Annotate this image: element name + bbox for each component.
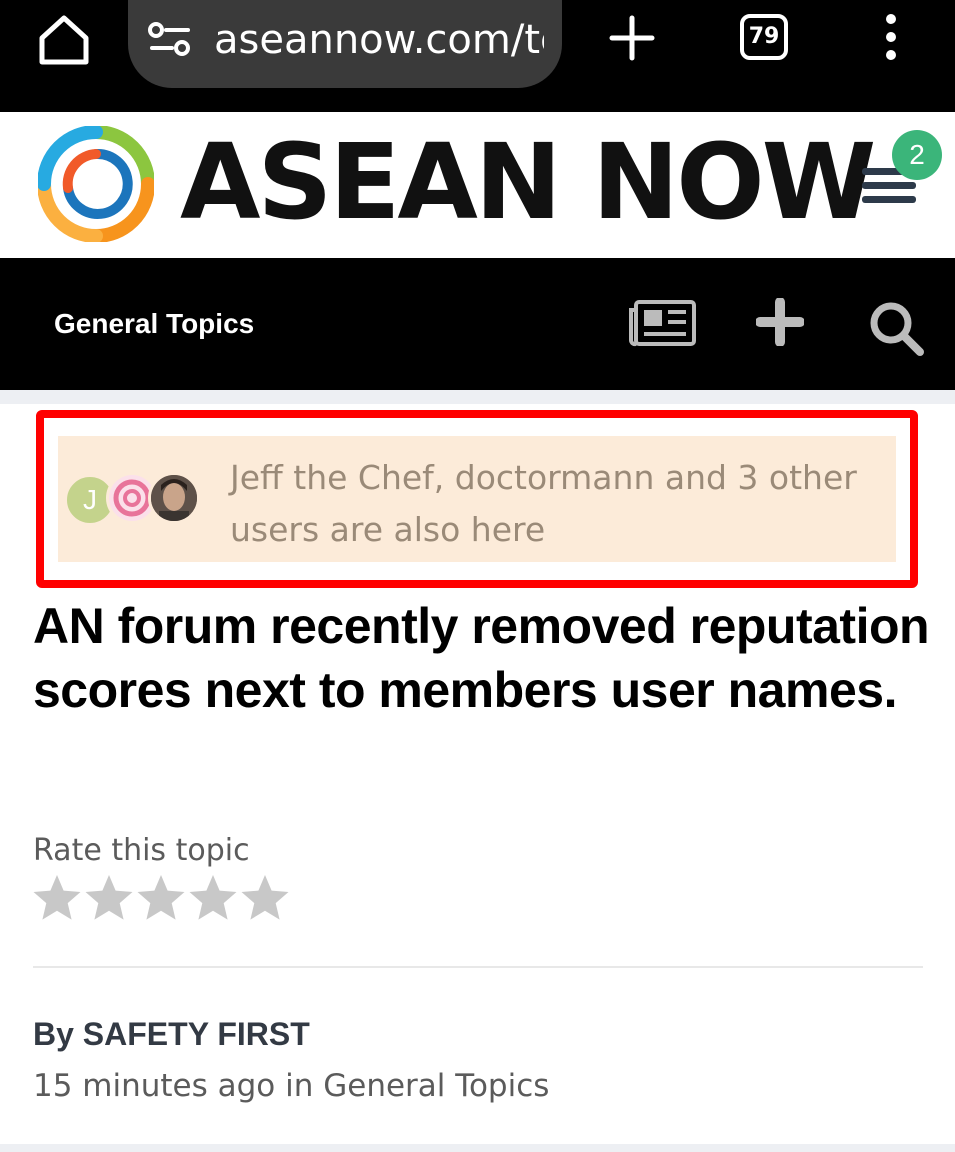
home-icon[interactable] xyxy=(36,12,92,68)
address-bar[interactable]: aseannow.com/tc xyxy=(128,0,562,88)
url-text: aseannow.com/tc xyxy=(214,17,544,63)
search-icon[interactable] xyxy=(866,298,926,358)
post-meta: 15 minutes ago in General Topics xyxy=(33,1068,550,1104)
star-icon[interactable] xyxy=(239,872,291,924)
topic-title: AN forum recently removed reputation sco… xyxy=(33,598,930,718)
browser-toolbar: aseannow.com/tc 79 xyxy=(0,0,955,112)
presence-text: Jeff the Chef, doctormann and 3 other us… xyxy=(230,458,857,549)
avatar[interactable] xyxy=(148,472,200,524)
news-icon[interactable] xyxy=(628,298,698,348)
separator-strip xyxy=(0,390,955,404)
presence-banner[interactable]: J Jeff the Chef, doctormann and 3 other … xyxy=(58,436,896,562)
star-icon[interactable] xyxy=(135,872,187,924)
rating-stars[interactable] xyxy=(31,872,293,928)
rate-label: Rate this topic xyxy=(33,833,250,868)
author-byline[interactable]: By SAFETY FIRST xyxy=(33,1012,310,1056)
star-icon[interactable] xyxy=(83,872,135,924)
tab-switcher-icon[interactable]: 79 xyxy=(740,14,788,60)
divider xyxy=(33,966,923,968)
section-title[interactable]: General Topics xyxy=(54,302,254,346)
plus-icon[interactable] xyxy=(755,297,805,347)
star-icon[interactable] xyxy=(187,872,239,924)
star-icon[interactable] xyxy=(31,872,83,924)
site-settings-icon[interactable] xyxy=(148,20,192,60)
site-logo-text[interactable]: ASEAN NOW xyxy=(180,122,876,242)
section-nav: General Topics xyxy=(0,258,955,390)
separator-strip xyxy=(0,1144,955,1152)
more-menu-icon[interactable] xyxy=(878,12,904,64)
site-logo-icon[interactable] xyxy=(37,125,155,243)
notification-badge[interactable]: 2 xyxy=(892,130,942,180)
new-tab-icon[interactable] xyxy=(606,12,658,64)
site-header: ASEAN NOW 2 xyxy=(0,112,955,258)
highlight-box: J Jeff the Chef, doctormann and 3 other … xyxy=(36,410,918,588)
